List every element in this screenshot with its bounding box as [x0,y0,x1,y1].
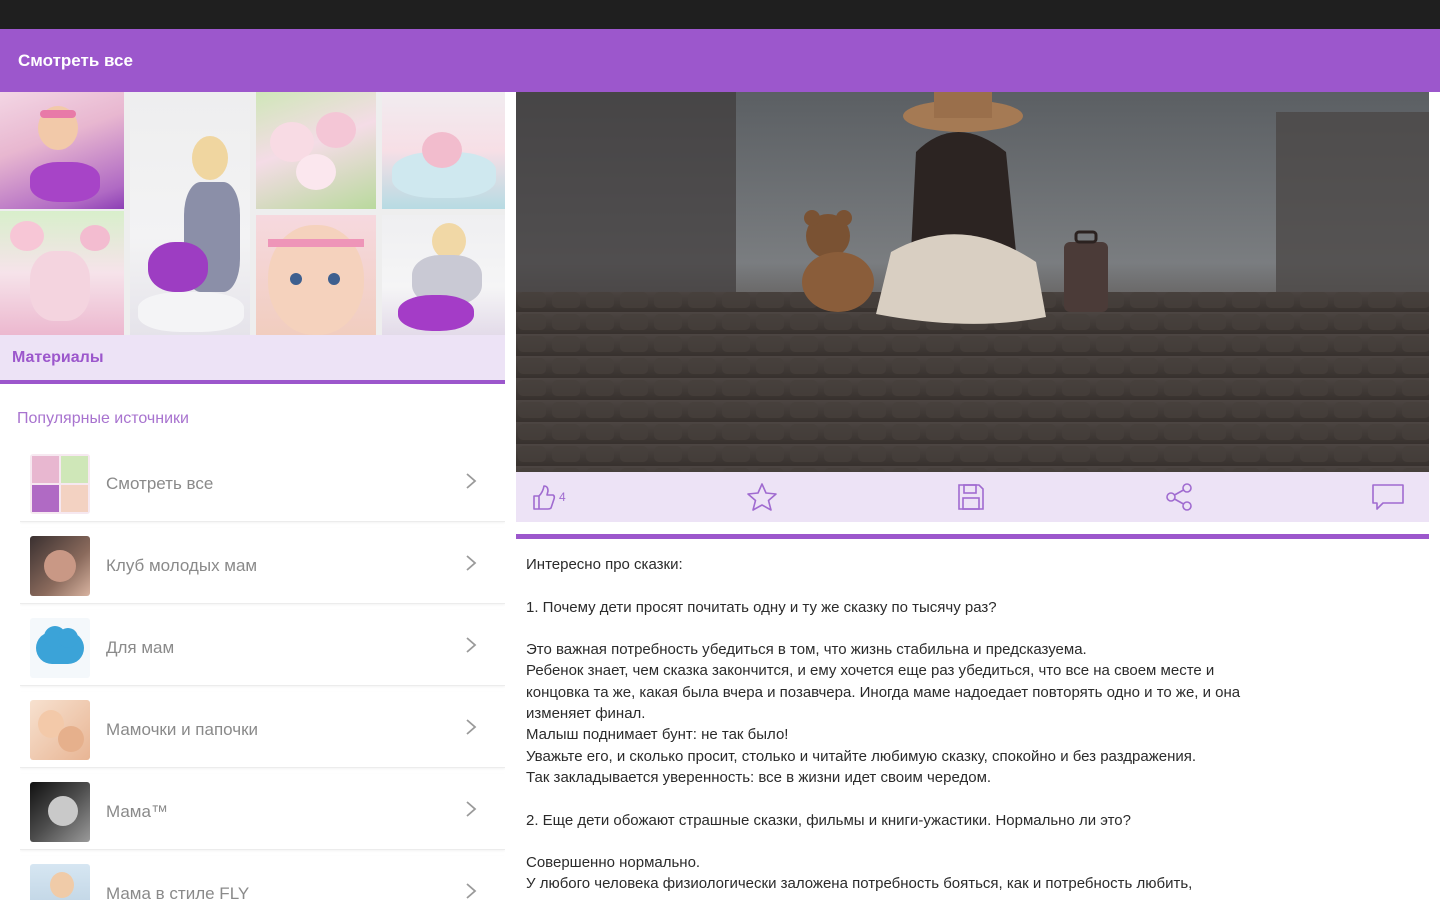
like-count: 4 [559,490,566,504]
chevron-right-icon [466,637,477,653]
collage-photo-mother-child [382,215,505,335]
source-label: Клуб молодых мам [106,556,258,575]
post-photo-girl-with-teddy [516,92,1429,472]
source-item-for-moms[interactable]: Для мам [20,610,505,686]
source-thumbnail [30,454,90,514]
materials-title: Материалы [12,348,104,366]
comment-button[interactable] [1371,482,1405,512]
source-item-fly[interactable]: Мама в стиле FLY [20,856,505,900]
share-icon [1166,483,1192,511]
post-action-bar: 4 [516,472,1429,522]
source-label: Мама™ [106,802,168,821]
source-item-mama-tm[interactable]: Мама™ [20,774,505,850]
source-thumbnail [30,782,90,842]
star-icon [747,483,777,511]
chevron-right-icon [466,719,477,735]
chevron-right-icon [466,801,477,817]
source-label: Мамочки и папочки [106,720,259,739]
source-label: Смотреть все [106,474,214,493]
collage-photo-peonies [256,92,376,209]
materials-bar[interactable]: Материалы [0,335,505,384]
app-bar: Смотреть все [0,29,1440,92]
floppy-disk-icon [958,484,984,510]
source-label: Для мам [106,638,175,657]
source-label: Мама в стиле FLY [106,884,250,900]
popular-sources-title: Популярные источники [17,410,189,427]
chevron-right-icon [466,473,477,489]
favorite-button[interactable] [746,482,778,512]
save-button[interactable] [956,482,986,512]
source-item-club[interactable]: Клуб молодых мам [20,528,505,604]
source-thumbnail [30,864,90,900]
like-button[interactable]: 4 [530,482,566,512]
post-image[interactable] [516,92,1429,472]
comment-icon [1372,484,1404,510]
collage-photo-bedding [382,92,505,209]
source-thumbnail [30,618,90,678]
share-button[interactable] [1164,482,1194,512]
collage-photo-mother-baby [130,92,250,335]
app-bar-title[interactable]: Смотреть все [18,51,133,71]
collage-photo-baby-purple [0,92,124,209]
collage-photo-bunny-toy [0,211,124,335]
source-item-moms-dads[interactable]: Мамочки и папочки [20,692,505,768]
source-thumbnail [30,700,90,760]
sources-list: Смотреть все Клуб молодых мам Для мам Ма… [20,446,505,900]
collage-photo-baby-face [256,215,376,335]
materials-collage[interactable] [0,92,505,335]
thumbs-up-icon [533,485,556,510]
source-item-all[interactable]: Смотреть все [20,446,505,522]
post-text: Интересно про сказки: 1. Почему дети про… [526,556,1241,893]
post-divider [516,534,1429,539]
source-thumbnail [30,536,90,596]
chevron-right-icon [466,555,477,571]
chevron-right-icon [466,883,477,899]
status-bar [0,0,1440,29]
